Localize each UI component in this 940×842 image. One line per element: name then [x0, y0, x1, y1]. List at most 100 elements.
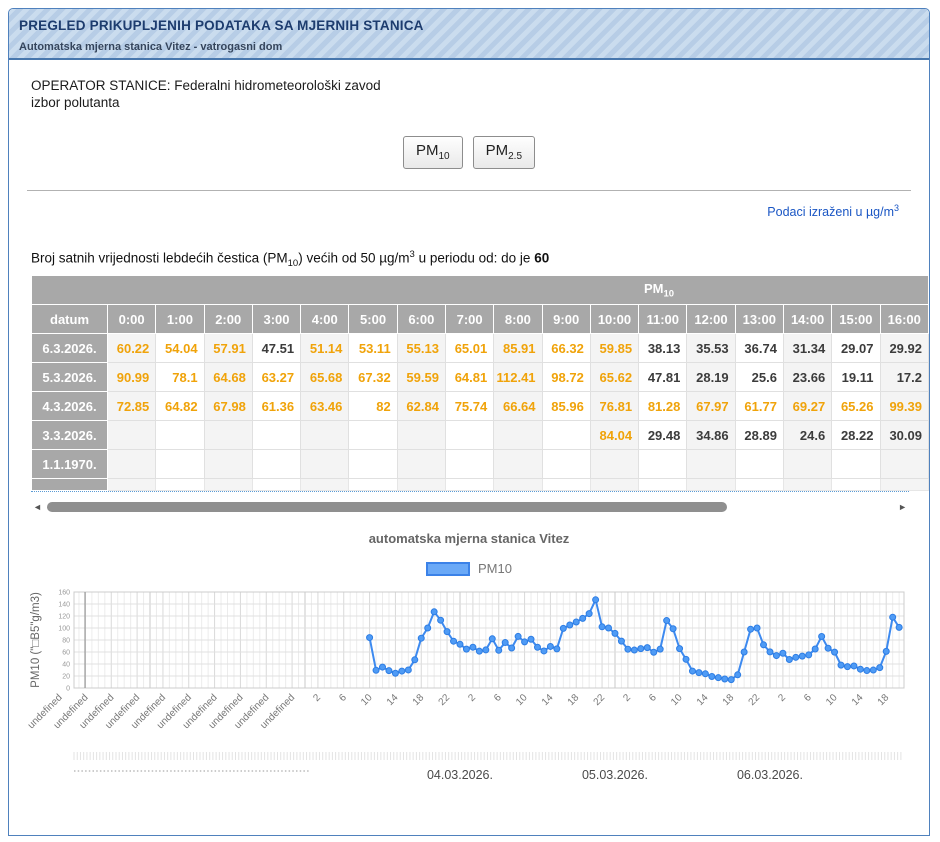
column-header: 15:00: [832, 305, 880, 334]
value-cell: [349, 450, 397, 479]
column-header: 4:00: [301, 305, 349, 334]
column-header: 2:00: [204, 305, 252, 334]
pollutant-buttons: PM10 PM2.5: [9, 136, 929, 169]
pm25-button[interactable]: PM2.5: [473, 136, 535, 169]
table-row: 3.3.2026.84.0429.4834.8628.8924.628.2230…: [32, 421, 929, 450]
value-cell: 65.26: [832, 392, 880, 421]
value-cell: 30.09: [880, 421, 929, 450]
value-cell: [397, 450, 445, 479]
svg-text:2: 2: [466, 692, 478, 704]
scrollbar-thumb[interactable]: [47, 502, 727, 512]
caption-subscript: 10: [288, 258, 299, 269]
pm10-button[interactable]: PM10: [403, 136, 463, 169]
chart-title: automatska mjerna stanica Vitez: [9, 531, 929, 546]
value-cell: [204, 450, 252, 479]
divider: [27, 190, 911, 191]
value-cell: [252, 479, 300, 491]
svg-text:14: 14: [850, 692, 866, 708]
table-caption: Broj satnih vrijednosti lebdećih čestica…: [31, 249, 929, 269]
value-cell: 17.2: [880, 363, 929, 392]
value-cell: 25.6: [735, 363, 783, 392]
caption-part2: ) većih od 50 µg/m: [298, 251, 409, 266]
svg-text:2: 2: [621, 692, 633, 704]
scroll-left-arrow-icon[interactable]: ◄: [33, 501, 42, 514]
value-cell: 23.66: [783, 363, 831, 392]
svg-text:40: 40: [62, 662, 70, 669]
caption-part1: Broj satnih vrijednosti lebdećih čestica…: [31, 251, 288, 266]
legend-label: PM10: [478, 561, 512, 576]
value-cell: [687, 450, 735, 479]
value-cell: 66.64: [494, 392, 542, 421]
value-cell: 81.28: [639, 392, 687, 421]
date-cell: [32, 479, 108, 491]
value-cell: [880, 479, 929, 491]
column-header: 13:00: [735, 305, 783, 334]
value-cell: [252, 450, 300, 479]
svg-text:10: 10: [824, 692, 840, 708]
value-cell: 61.77: [735, 392, 783, 421]
date-cell: 6.3.2026.: [32, 334, 108, 363]
value-cell: [832, 450, 880, 479]
value-cell: 66.32: [542, 334, 590, 363]
value-cell: 61.36: [252, 392, 300, 421]
hourly-values-table: PM10datum0:001:002:003:004:005:006:007:0…: [31, 275, 929, 491]
value-cell: [445, 421, 493, 450]
value-cell: 98.72: [542, 363, 590, 392]
column-header: 16:00: [880, 305, 929, 334]
column-header: 11:00: [639, 305, 687, 334]
scroll-right-arrow-icon[interactable]: ►: [898, 501, 907, 514]
value-cell: 112.41: [494, 363, 542, 392]
pm25-button-subscript: 2.5: [508, 151, 522, 162]
svg-text:6: 6: [337, 692, 349, 704]
value-cell: [108, 450, 156, 479]
operator-line: OPERATOR STANICE: Federalni hidrometeoro…: [31, 78, 929, 93]
value-cell: 84.04: [590, 421, 638, 450]
column-header: 1:00: [156, 305, 204, 334]
value-cell: 59.85: [590, 334, 638, 363]
value-cell: 47.51: [252, 334, 300, 363]
value-cell: 29.92: [880, 334, 929, 363]
value-cell: [590, 479, 638, 491]
caption-part3: u periodu od: do je: [415, 251, 534, 266]
value-cell: [590, 450, 638, 479]
value-cell: 29.07: [832, 334, 880, 363]
date-cell: 1.1.1970.: [32, 450, 108, 479]
value-cell: [301, 421, 349, 450]
panel-header: PREGLED PRIKUPLJENIH PODATAKA SA MJERNIH…: [9, 9, 929, 60]
column-header: 5:00: [349, 305, 397, 334]
clipped-table-row: [32, 479, 929, 491]
y-axis-title: PM10 ("□B5"g/m3): [30, 592, 42, 688]
value-cell: [204, 421, 252, 450]
column-header: 0:00: [108, 305, 156, 334]
value-cell: [397, 421, 445, 450]
value-cell: [156, 421, 204, 450]
value-cell: 72.85: [108, 392, 156, 421]
svg-text:80: 80: [62, 638, 70, 645]
value-cell: 64.81: [445, 363, 493, 392]
svg-text:10: 10: [669, 692, 685, 708]
svg-text:14: 14: [695, 692, 711, 708]
value-cell: [735, 450, 783, 479]
svg-text:140: 140: [58, 602, 70, 609]
value-cell: 28.19: [687, 363, 735, 392]
value-cell: [445, 450, 493, 479]
pollutant-select-label: izbor polutanta: [31, 95, 929, 110]
legend-swatch-icon: [426, 562, 470, 576]
pm25-button-label: PM: [486, 142, 509, 159]
station-panel: PREGLED PRIKUPLJENIH PODATAKA SA MJERNIH…: [8, 8, 930, 836]
units-note: Podaci izraženi u µg/m3: [9, 203, 899, 219]
svg-text:18: 18: [566, 692, 582, 708]
value-cell: [397, 479, 445, 491]
value-cell: [204, 479, 252, 491]
svg-text:120: 120: [58, 614, 70, 621]
value-cell: [494, 450, 542, 479]
value-cell: 90.99: [108, 363, 156, 392]
svg-text:6: 6: [647, 692, 659, 704]
table-row: 5.3.2026.90.9978.164.6863.2765.6867.3259…: [32, 363, 929, 392]
svg-text:60: 60: [62, 650, 70, 657]
value-cell: 67.32: [349, 363, 397, 392]
table-horizontal-scrollbar[interactable]: ◄ ►: [31, 500, 909, 515]
pm10-line-chart: 020406080100120140160PM10 ("□B5"g/m3)und…: [9, 576, 929, 810]
date-cell: 4.3.2026.: [32, 392, 108, 421]
units-note-text: Podaci izraženi u µg/m: [767, 205, 894, 219]
